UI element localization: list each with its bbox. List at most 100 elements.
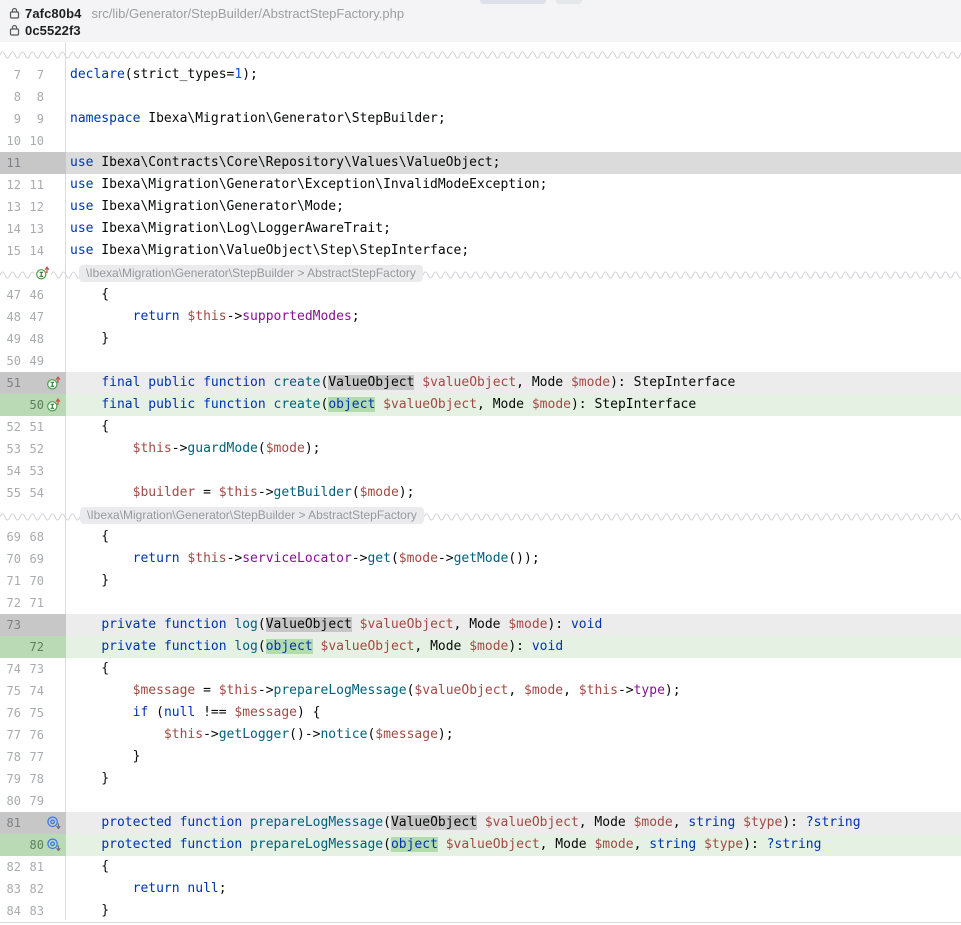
code-line: 8382 return null;	[0, 878, 961, 900]
code-text	[66, 130, 961, 152]
code-line: 99namespace Ibexa\Migration\Generator\St…	[0, 108, 961, 130]
gutter: 88	[0, 86, 66, 108]
code-text: }	[66, 570, 961, 592]
new-line-number: 52	[23, 438, 44, 460]
fold-breadcrumb: \Ibexa\Migration\Generator\StepBuilder >…	[79, 265, 423, 282]
gutter: 7574	[0, 680, 66, 702]
code-text: use Ibexa\Migration\Generator\Exception\…	[66, 174, 961, 196]
code-text: protected function prepareLogMessage(Val…	[66, 812, 961, 834]
code-line: 88	[0, 86, 961, 108]
fold-breadcrumb: \Ibexa\Migration\Generator\StepBuilder >…	[80, 507, 424, 524]
code-text: $message = $this->prepareLogMessage($val…	[66, 680, 961, 702]
old-line-number: 80	[0, 790, 21, 812]
old-ref-row: 7afc80b4 src/lib/Generator/StepBuilder/A…	[8, 5, 961, 21]
fold-separator: \Ibexa\Migration\Generator\StepBuilder >…	[0, 262, 961, 284]
old-line-number: 15	[0, 240, 21, 262]
gutter: 7877	[0, 746, 66, 768]
implements-gutter-icon[interactable]	[45, 397, 63, 413]
old-line-number: 72	[0, 592, 21, 614]
old-line-number: 78	[0, 746, 21, 768]
code-text	[66, 460, 961, 482]
code-text: namespace Ibexa\Migration\Generator\Step…	[66, 108, 961, 130]
new-line-number: 81	[23, 856, 44, 878]
gutter: 50	[0, 394, 66, 416]
gutter: 5453	[0, 460, 66, 482]
new-line-number: 13	[23, 218, 44, 240]
fold-wave	[0, 42, 961, 64]
fold-wave	[424, 504, 961, 526]
code-text: return null;	[66, 878, 961, 900]
code-line: 5554 $builder = $this->getBuilder($mode)…	[0, 482, 961, 504]
gutter: 72	[0, 636, 66, 658]
gutter: 80	[0, 834, 66, 856]
diff-removed-line: 73 private function log(ValueObject $val…	[0, 614, 961, 636]
old-line-number: 82	[0, 856, 21, 878]
code-text	[66, 350, 961, 372]
overridden-gutter-icon[interactable]	[45, 815, 63, 831]
fold-wave	[423, 262, 961, 284]
code-line: 7170 }	[0, 570, 961, 592]
new-line-number: 7	[23, 64, 44, 86]
gutter: 4847	[0, 306, 66, 328]
new-line-number: 71	[23, 592, 44, 614]
gutter: 5251	[0, 416, 66, 438]
gutter: 5352	[0, 438, 66, 460]
implements-gutter-icon[interactable]	[35, 265, 51, 281]
old-line-number: 52	[0, 416, 21, 438]
old-line-number: 51	[0, 372, 21, 394]
code-line: 7271	[0, 592, 961, 614]
gutter: 7170	[0, 570, 66, 592]
old-line-number: 75	[0, 680, 21, 702]
code-line: 1514use Ibexa\Migration\ValueObject\Step…	[0, 240, 961, 262]
code-text	[66, 86, 961, 108]
old-line-number: 48	[0, 306, 21, 328]
new-ref-row: 0c5522f3	[8, 22, 961, 38]
gutter: 73	[0, 614, 66, 636]
gutter: 8281	[0, 856, 66, 878]
old-line-number: 14	[0, 218, 21, 240]
new-line-number: 54	[23, 482, 44, 504]
new-line-number: 70	[23, 570, 44, 592]
code-line: 1413use Ibexa\Migration\Log\LoggerAwareT…	[0, 218, 961, 240]
code-line: 77declare(strict_types=1);	[0, 64, 961, 86]
code-text: return $this->serviceLocator->get($mode-…	[66, 548, 961, 570]
new-line-number: 79	[23, 790, 44, 812]
code-line: 5049	[0, 350, 961, 372]
fold-wave	[51, 262, 79, 284]
code-text: {	[66, 416, 961, 438]
gutter: 1211	[0, 174, 66, 196]
diff-added-line: 80 protected function prepareLogMessage(…	[0, 834, 961, 856]
gutter: 77	[0, 64, 66, 86]
code-line: 4847 return $this->supportedModes;	[0, 306, 961, 328]
new-line-number: 72	[23, 636, 44, 658]
fold-wave	[0, 504, 80, 526]
old-line-number: 50	[0, 350, 21, 372]
gutter: 6968	[0, 526, 66, 548]
old-line-number: 71	[0, 570, 21, 592]
old-line-number: 49	[0, 328, 21, 350]
code-text: private function log(object $valueObject…	[66, 636, 961, 658]
old-line-number: 10	[0, 130, 21, 152]
gutter: 8382	[0, 878, 66, 900]
old-line-number: 79	[0, 768, 21, 790]
new-line-number: 48	[23, 328, 44, 350]
code-text: return $this->supportedModes;	[66, 306, 961, 328]
code-line: 1010	[0, 130, 961, 152]
lock-icon	[8, 7, 21, 19]
code-text: $builder = $this->getBuilder($mode);	[66, 482, 961, 504]
gutter: 8079	[0, 790, 66, 812]
old-line-number: 47	[0, 284, 21, 306]
new-line-number: 53	[23, 460, 44, 482]
new-commit-hash: 0c5522f3	[25, 23, 81, 38]
overridden-gutter-icon[interactable]	[45, 837, 63, 853]
old-line-number: 73	[0, 614, 21, 636]
old-line-number: 77	[0, 724, 21, 746]
gutter: 81	[0, 812, 66, 834]
gutter: 5049	[0, 350, 66, 372]
new-line-number: 46	[23, 284, 44, 306]
code-line: 7877 }	[0, 746, 961, 768]
old-line-number: 76	[0, 702, 21, 724]
implements-gutter-icon[interactable]	[45, 375, 63, 391]
code-line: 7574 $message = $this->prepareLogMessage…	[0, 680, 961, 702]
code-line: 7978 }	[0, 768, 961, 790]
